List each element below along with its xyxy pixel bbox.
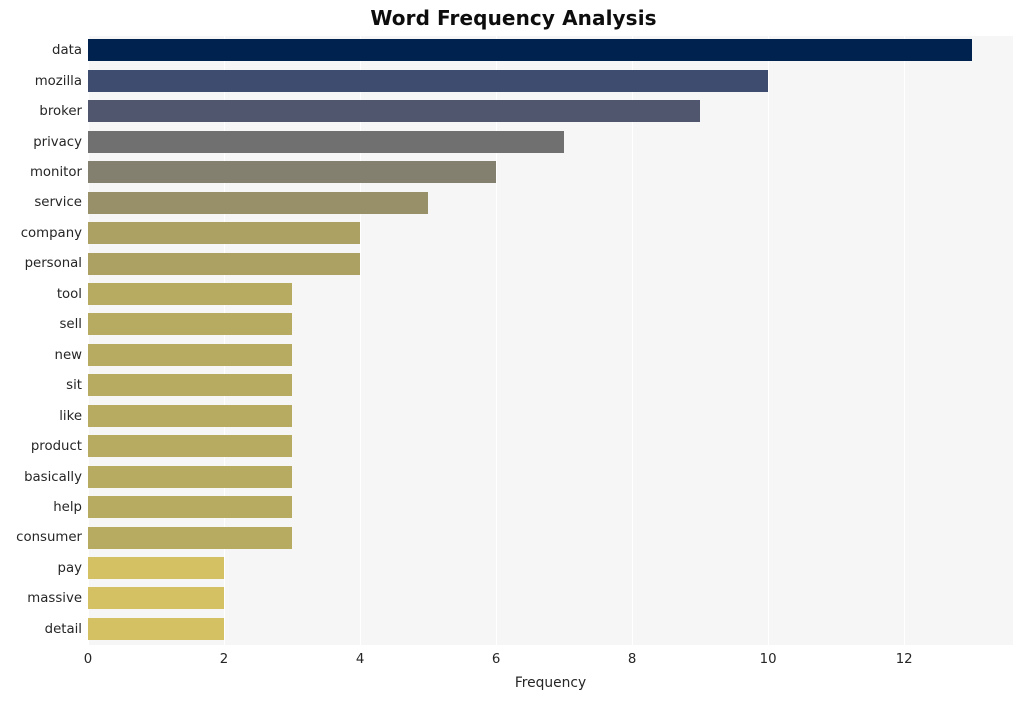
y-tick-label: company xyxy=(20,225,82,241)
bar-row xyxy=(88,615,1013,645)
y-tick-label: new xyxy=(54,347,82,363)
y-tick-label: sell xyxy=(59,317,83,333)
y-tick-label: personal xyxy=(24,256,82,272)
x-tick-label: 0 xyxy=(83,652,93,667)
x-tick-label: 10 xyxy=(759,652,777,667)
bar[interactable] xyxy=(88,100,701,123)
y-tick-label: mozilla xyxy=(34,73,82,89)
bar[interactable] xyxy=(88,222,361,245)
x-axis-label: Frequency xyxy=(514,675,587,691)
y-tick-label: basically xyxy=(24,469,82,485)
bar[interactable] xyxy=(88,161,497,184)
bar[interactable] xyxy=(88,617,225,640)
y-tick-label: consumer xyxy=(16,530,82,546)
x-tick-label: 8 xyxy=(627,652,637,667)
bar[interactable] xyxy=(88,282,293,305)
y-tick-label: tool xyxy=(56,286,82,302)
bar[interactable] xyxy=(88,69,769,92)
bar[interactable] xyxy=(88,435,293,458)
bar-row xyxy=(88,219,1013,249)
bar[interactable] xyxy=(88,587,225,610)
plot-area xyxy=(88,36,1013,645)
x-axis-tick-labels: 0 2 4 6 8 10 12 xyxy=(0,645,1027,675)
x-tick-label: 2 xyxy=(219,652,229,667)
y-tick-label: data xyxy=(52,43,82,59)
bar-row xyxy=(88,462,1013,492)
bar-row xyxy=(88,341,1013,371)
bar[interactable] xyxy=(88,313,293,336)
bar[interactable] xyxy=(88,252,361,275)
x-tick-label: 6 xyxy=(491,652,501,667)
bar-row xyxy=(88,249,1013,279)
y-tick-label: massive xyxy=(27,591,82,607)
y-tick-label: detail xyxy=(44,621,82,637)
bar[interactable] xyxy=(88,404,293,427)
bar[interactable] xyxy=(88,130,565,153)
bar-row xyxy=(88,310,1013,340)
bar-row xyxy=(88,158,1013,188)
y-tick-label: privacy xyxy=(33,134,82,150)
y-axis-tick-labels: data mozilla broker privacy monitor service co… xyxy=(0,36,82,645)
bar[interactable] xyxy=(88,191,429,214)
bar-row xyxy=(88,523,1013,553)
bar-row xyxy=(88,371,1013,401)
bar[interactable] xyxy=(88,526,293,549)
bar-row xyxy=(88,97,1013,127)
chart-title: Word Frequency Analysis xyxy=(370,6,657,30)
bar[interactable] xyxy=(88,374,293,397)
bar[interactable] xyxy=(88,496,293,519)
y-tick-label: sit xyxy=(66,378,82,394)
bar[interactable] xyxy=(88,465,293,488)
y-tick-label: broker xyxy=(39,104,82,120)
bar-row xyxy=(88,188,1013,218)
bar[interactable] xyxy=(88,557,225,580)
bar[interactable] xyxy=(88,39,973,62)
y-tick-label: help xyxy=(53,499,82,515)
bar-row xyxy=(88,66,1013,96)
x-tick-label: 12 xyxy=(895,652,913,667)
bar[interactable] xyxy=(88,343,293,366)
y-tick-label: like xyxy=(59,408,82,424)
y-tick-label: monitor xyxy=(29,165,82,181)
y-tick-label: product xyxy=(30,439,82,455)
x-tick-label: 4 xyxy=(355,652,365,667)
y-tick-label: pay xyxy=(57,560,82,576)
bar-row xyxy=(88,432,1013,462)
bar-row xyxy=(88,554,1013,584)
bar-row xyxy=(88,127,1013,157)
chart-figure: Word Frequency Analysis data mozilla broke… xyxy=(0,0,1027,701)
bar-row xyxy=(88,401,1013,431)
bar-row xyxy=(88,493,1013,523)
bar-row xyxy=(88,280,1013,310)
y-tick-label: service xyxy=(34,195,82,211)
bar-row xyxy=(88,584,1013,614)
bar-row xyxy=(88,36,1013,66)
